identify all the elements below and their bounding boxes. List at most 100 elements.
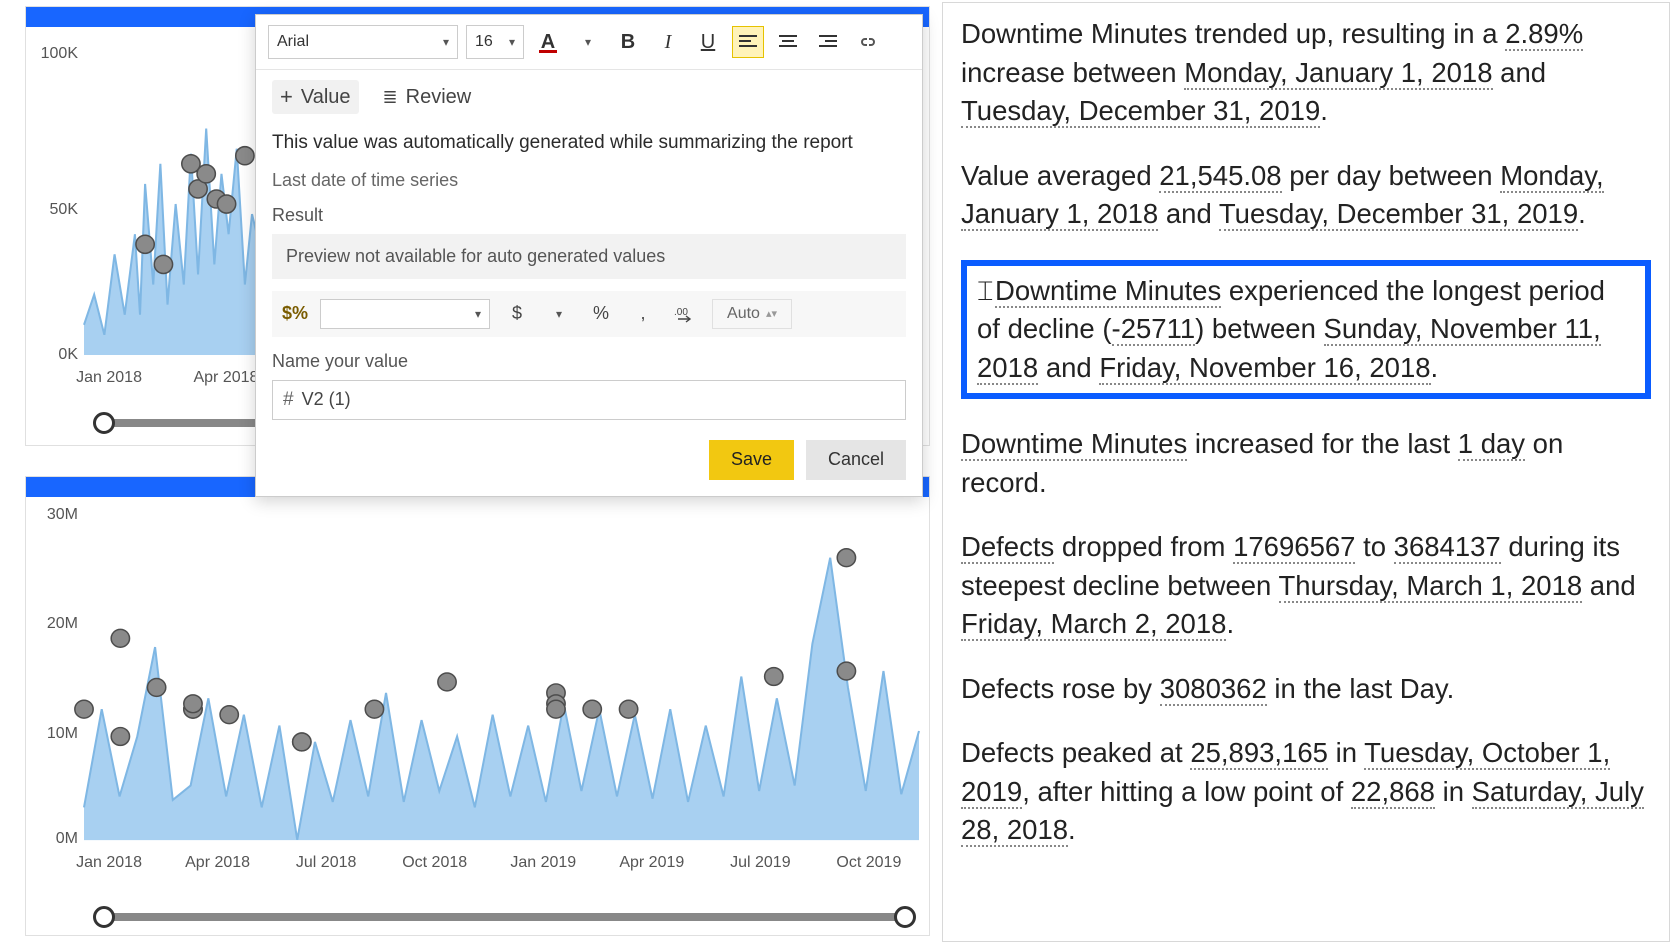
tab-label: Value: [301, 86, 351, 109]
plus-icon: +: [280, 84, 293, 110]
percent-button[interactable]: %: [586, 299, 616, 329]
align-left-button[interactable]: [732, 26, 764, 58]
x-tick: Oct 2019: [836, 854, 901, 872]
y-tick: 100K: [26, 45, 78, 63]
popup-tabs: + Value ≣ Review: [256, 70, 922, 124]
font-family-value: Arial: [277, 33, 309, 51]
dynamic-value[interactable]: 22,868: [1351, 776, 1435, 809]
smart-narrative-panel[interactable]: Downtime Minutes trended up, resulting i…: [942, 2, 1670, 942]
popup-buttons: Save Cancel: [272, 440, 906, 480]
hash-icon: #: [283, 389, 294, 411]
dynamic-value[interactable]: 17696567: [1233, 531, 1355, 564]
comma-button[interactable]: ,: [628, 299, 658, 329]
chevron-down-icon: ▾: [443, 35, 449, 49]
font-family-select[interactable]: Arial ▾: [268, 25, 458, 59]
save-button[interactable]: Save: [709, 440, 794, 480]
x-tick: Jan 2018: [76, 854, 142, 872]
tab-review[interactable]: ≣ Review: [383, 86, 472, 109]
dynamic-value[interactable]: 21,545.08: [1159, 160, 1281, 193]
bold-button[interactable]: B: [612, 26, 644, 58]
chart-defects[interactable]: 30M 20M 10M 0M Jan 2018 Apr 2018 Jul 201…: [25, 476, 930, 936]
text-cursor-icon: ⌶: [977, 272, 995, 311]
dynamic-value[interactable]: Friday, March 2, 2018: [961, 608, 1226, 641]
x-tick: Apr 2018: [193, 369, 258, 387]
align-right-button[interactable]: [812, 26, 844, 58]
time-slider-chart2[interactable]: [104, 913, 905, 921]
slider-handle-right[interactable]: [894, 906, 916, 928]
x-tick: Oct 2018: [402, 854, 467, 872]
y-tick: 30M: [26, 506, 78, 524]
dynamic-value[interactable]: 1 day: [1458, 428, 1525, 461]
x-tick: Jul 2019: [730, 854, 791, 872]
narrative-paragraph: Downtime Minutes trended up, resulting i…: [961, 15, 1651, 131]
slider-handle-left[interactable]: [93, 906, 115, 928]
auto-format-button[interactable]: Auto ▴▾: [712, 299, 792, 329]
y-tick: 0K: [26, 346, 78, 364]
link-button[interactable]: [852, 26, 884, 58]
tab-label: Review: [406, 86, 472, 109]
y-axis-chart2: 30M 20M 10M 0M: [26, 497, 82, 850]
popup-subtitle: Last date of time series: [272, 170, 906, 191]
dynamic-value[interactable]: Thursday, March 1, 2018: [1279, 570, 1583, 603]
y-tick: 50K: [26, 201, 78, 219]
text-format-toolbar: Arial ▾ 16 ▾ A ▾ B I U: [256, 15, 922, 70]
value-editor-popup: Arial ▾ 16 ▾ A ▾ B I U + Value ≣: [255, 14, 923, 497]
align-center-icon: [779, 35, 797, 49]
font-color-button[interactable]: A: [532, 26, 564, 58]
align-left-icon: [739, 35, 757, 49]
italic-button[interactable]: I: [652, 26, 684, 58]
dynamic-value[interactable]: Defects: [961, 531, 1054, 564]
y-axis-chart1: 100K 50K 0K: [26, 27, 82, 365]
number-format-row: $% ▾ $ ▾ % , .00 Auto ▴▾: [272, 291, 906, 337]
selected-narrative-sentence[interactable]: ⌶Downtime Minutes experienced the longes…: [961, 260, 1651, 400]
x-tick: Jan 2018: [76, 369, 142, 387]
x-tick: Jul 2018: [296, 854, 357, 872]
format-type-select[interactable]: ▾: [320, 299, 490, 329]
font-size-select[interactable]: 16 ▾: [466, 25, 524, 59]
result-preview: Preview not available for auto generated…: [272, 234, 906, 279]
x-tick: Apr 2019: [619, 854, 684, 872]
dynamic-value[interactable]: Downtime Minutes: [995, 275, 1221, 308]
dynamic-value[interactable]: -25711: [1112, 313, 1196, 346]
currency-dropdown[interactable]: ▾: [544, 299, 574, 329]
dynamic-value[interactable]: Friday, November 16, 2018: [1099, 352, 1430, 385]
decimals-icon: .00: [674, 305, 696, 323]
list-icon: ≣: [383, 87, 398, 108]
tab-value[interactable]: + Value: [272, 80, 359, 114]
dynamic-value[interactable]: Tuesday, December 31, 2019: [1219, 198, 1578, 231]
underline-button[interactable]: U: [692, 26, 724, 58]
narrative-paragraph: Downtime Minutes increased for the last …: [961, 425, 1651, 502]
align-right-icon: [819, 35, 837, 49]
currency-button[interactable]: $: [502, 299, 532, 329]
value-name-input[interactable]: # V2 (1): [272, 380, 906, 420]
result-label: Result: [272, 205, 906, 226]
narrative-paragraph: Defects dropped from 17696567 to 3684137…: [961, 528, 1651, 644]
y-tick: 10M: [26, 725, 78, 743]
chevron-down-icon: ▾: [585, 35, 591, 49]
link-icon: [858, 35, 878, 49]
dynamic-value[interactable]: Downtime Minutes: [961, 428, 1187, 461]
narrative-paragraph: Defects peaked at 25,893,165 in Tuesday,…: [961, 734, 1651, 850]
dynamic-value[interactable]: Tuesday, December 31, 2019: [961, 95, 1320, 128]
cancel-button[interactable]: Cancel: [806, 440, 906, 480]
decimals-button[interactable]: .00: [670, 299, 700, 329]
x-tick: Jan 2019: [510, 854, 576, 872]
x-tick: Apr 2018: [185, 854, 250, 872]
format-icon: $%: [282, 303, 308, 324]
popup-body: This value was automatically generated w…: [256, 124, 922, 496]
dynamic-value[interactable]: 2.89%: [1505, 18, 1583, 51]
font-size-value: 16: [475, 33, 493, 51]
chevron-down-icon: ▾: [475, 307, 481, 321]
slider-handle-left[interactable]: [93, 412, 115, 434]
plot-area-chart2[interactable]: [84, 503, 919, 850]
font-color-dropdown[interactable]: ▾: [572, 26, 604, 58]
dynamic-value[interactable]: 25,893,165: [1190, 737, 1328, 770]
y-tick: 0M: [26, 830, 78, 848]
dynamic-value[interactable]: 3080362: [1160, 673, 1267, 706]
dynamic-value[interactable]: Monday, January 1, 2018: [1184, 57, 1492, 90]
align-center-button[interactable]: [772, 26, 804, 58]
name-label: Name your value: [272, 351, 906, 372]
stepper-icon: ▴▾: [766, 307, 777, 320]
chevron-down-icon: ▾: [556, 307, 562, 321]
dynamic-value[interactable]: 3684137: [1394, 531, 1501, 564]
